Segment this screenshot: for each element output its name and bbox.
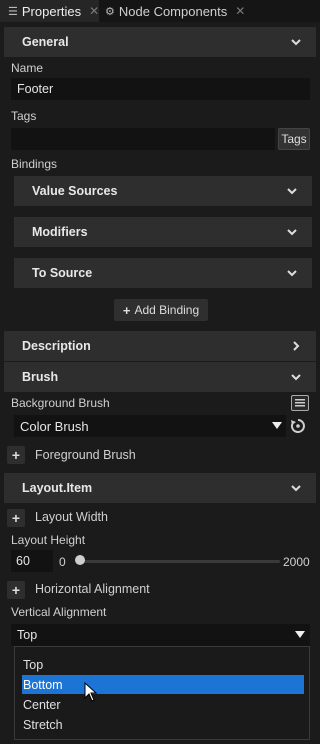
chevron-right-icon bbox=[293, 341, 300, 351]
option-bottom[interactable]: Bottom bbox=[22, 675, 304, 694]
add-binding-button[interactable]: + Add Binding bbox=[114, 299, 208, 321]
add-layout-width-button[interactable]: + bbox=[7, 509, 25, 527]
foreground-brush-label: Foreground Brush bbox=[35, 448, 136, 462]
add-foreground-brush-button[interactable]: + bbox=[7, 446, 25, 464]
section-general-header[interactable]: General bbox=[4, 27, 316, 57]
section-layout-item-header[interactable]: Layout.Item bbox=[4, 473, 316, 503]
value-sources-header[interactable]: Value Sources bbox=[14, 176, 312, 206]
horizontal-alignment-label: Horizontal Alignment bbox=[35, 582, 150, 596]
background-brush-label: Background Brush bbox=[11, 396, 110, 410]
add-binding-label: Add Binding bbox=[134, 303, 200, 317]
layout-height-label: Layout Height bbox=[11, 533, 86, 547]
section-layout-item-title: Layout.Item bbox=[22, 481, 93, 495]
dropdown-arrow-icon bbox=[295, 631, 305, 638]
chevron-down-icon bbox=[287, 188, 297, 195]
bindings-label: Bindings bbox=[11, 157, 58, 171]
slider-max-label: 2000 bbox=[283, 555, 310, 569]
modifiers-header[interactable]: Modifiers bbox=[14, 217, 312, 247]
slider-thumb[interactable] bbox=[75, 555, 85, 565]
modifiers-title: Modifiers bbox=[32, 225, 88, 239]
tab-properties[interactable]: ☰ Properties ✕ bbox=[0, 0, 99, 22]
name-label: Name bbox=[11, 61, 44, 75]
tags-button[interactable]: Tags bbox=[278, 128, 310, 150]
chevron-down-icon bbox=[287, 229, 297, 236]
section-description-header[interactable]: Description bbox=[4, 331, 316, 361]
section-general-title: General bbox=[22, 35, 69, 49]
to-source-title: To Source bbox=[32, 266, 93, 280]
background-brush-select[interactable]: Color Brush bbox=[14, 415, 286, 437]
layout-height-input[interactable]: 60 bbox=[11, 550, 53, 572]
chevron-down-icon bbox=[287, 270, 297, 277]
components-icon: ⚙ bbox=[105, 5, 115, 18]
section-brush-header[interactable]: Brush bbox=[4, 362, 316, 392]
background-brush-value: Color Brush bbox=[20, 418, 89, 434]
chevron-down-icon bbox=[291, 485, 301, 492]
close-icon[interactable]: ✕ bbox=[235, 4, 245, 18]
vertical-alignment-select[interactable]: Top bbox=[11, 624, 310, 646]
reset-icon[interactable] bbox=[290, 418, 306, 434]
brush-editor-icon[interactable] bbox=[291, 395, 309, 411]
section-brush-title: Brush bbox=[22, 370, 59, 384]
vertical-alignment-value: Top bbox=[17, 628, 38, 642]
to-source-header[interactable]: To Source bbox=[14, 258, 312, 288]
tab-node-components[interactable]: ⚙ Node Components ✕ bbox=[103, 0, 253, 22]
close-icon[interactable]: ✕ bbox=[89, 4, 99, 18]
option-stretch[interactable]: Stretch bbox=[22, 715, 304, 734]
add-horizontal-alignment-button[interactable]: + bbox=[7, 581, 25, 599]
section-description-title: Description bbox=[22, 339, 91, 353]
vertical-alignment-label: Vertical Alignment bbox=[11, 605, 107, 619]
name-field[interactable]: Footer bbox=[11, 78, 310, 100]
slider-min-label: 0 bbox=[59, 555, 66, 569]
chevron-down-icon bbox=[291, 39, 301, 46]
chevron-down-icon bbox=[291, 374, 301, 381]
vertical-alignment-dropdown: Top Bottom Center Stretch bbox=[14, 646, 310, 740]
tab-node-components-label: Node Components bbox=[118, 3, 228, 19]
layout-height-slider[interactable] bbox=[79, 560, 280, 563]
dropdown-arrow-icon bbox=[272, 422, 282, 429]
layout-width-label: Layout Width bbox=[35, 510, 108, 524]
tags-label: Tags bbox=[11, 109, 37, 123]
option-center[interactable]: Center bbox=[22, 695, 304, 714]
option-top[interactable]: Top bbox=[22, 655, 304, 674]
tags-input[interactable] bbox=[11, 128, 275, 150]
list-icon: ☰ bbox=[8, 5, 18, 18]
mouse-cursor-icon bbox=[84, 682, 98, 702]
tab-strip: ☰ Properties ✕ ⚙ Node Components ✕ bbox=[0, 0, 320, 22]
value-sources-title: Value Sources bbox=[32, 184, 118, 198]
plus-icon: + bbox=[122, 302, 131, 318]
tab-properties-label: Properties bbox=[21, 3, 82, 19]
